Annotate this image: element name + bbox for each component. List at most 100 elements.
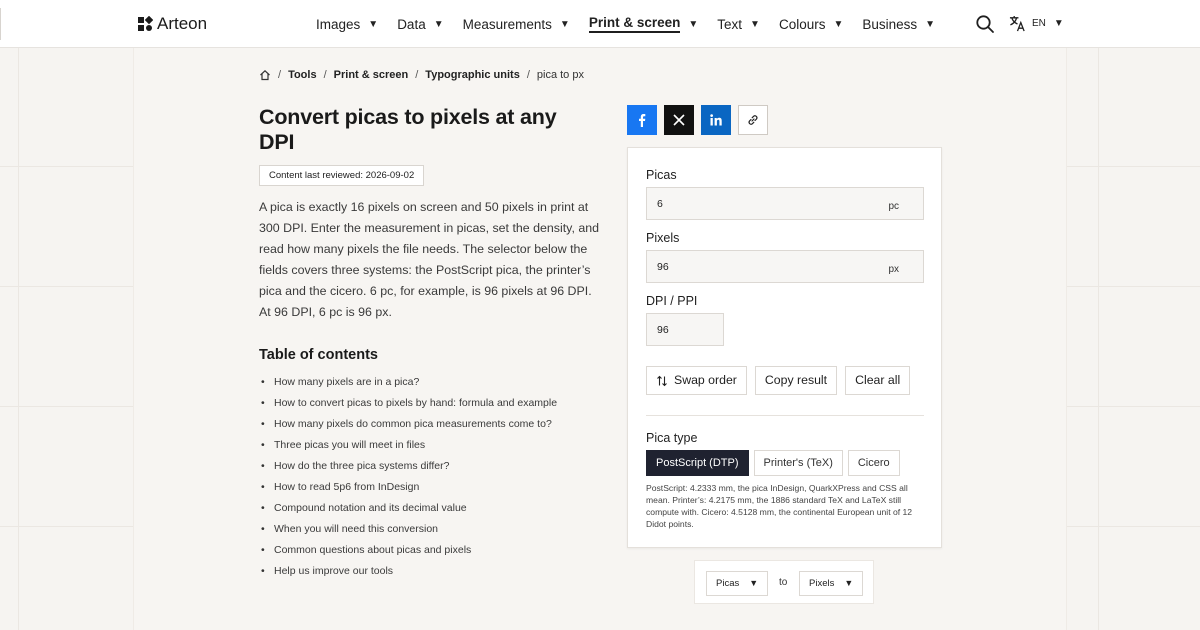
pixels-value: 96 <box>657 261 669 273</box>
toc-item: How many pixels are in a pica? <box>259 374 557 395</box>
to-label: to <box>779 577 788 588</box>
caret-down-icon: ▼ <box>925 18 936 30</box>
converter-actions: Swap order Copy result Clear all <box>646 366 911 395</box>
nav-item-images[interactable]: Images ▼ <box>316 0 378 48</box>
brand-logo[interactable]: Arteon <box>137 14 207 34</box>
toc-item: Common questions about picas and pixels <box>259 542 557 563</box>
toc-link[interactable]: Compound notation and its decimal value <box>274 502 467 514</box>
toc-item: Help us improve our tools <box>259 563 557 584</box>
nav-label: Print & screen <box>588 15 681 33</box>
breadcrumb: / Tools / Print & screen / Typographic u… <box>259 69 584 81</box>
language-selector[interactable]: EN ▼ <box>1009 15 1064 32</box>
search-icon <box>976 15 994 33</box>
toc-item: How to read 5p6 from InDesign <box>259 479 557 500</box>
copy-result-button[interactable]: Copy result <box>754 366 838 395</box>
page-title: Convert picas to pixels at any DPI <box>259 105 557 154</box>
intro-paragraph: A pica is exactly 16 pixels on screen an… <box>259 200 600 319</box>
toc-link[interactable]: How many pixels do common pica measureme… <box>274 418 552 430</box>
breadcrumb-separator: / <box>278 69 282 81</box>
caret-down-icon: ▼ <box>750 18 760 30</box>
translate-icon <box>1009 15 1025 32</box>
pica-type-note: PostScript: 4.2333 mm, the pica InDesign… <box>646 483 913 529</box>
picas-value: 6 <box>657 198 663 210</box>
linkedin-icon <box>710 114 722 126</box>
pica-type-postscript[interactable]: PostScript (DTP) <box>646 450 749 476</box>
nav-item-print-screen[interactable]: Print & screen ▼ <box>588 0 699 48</box>
swap-vertical-icon <box>657 375 667 386</box>
link-icon <box>748 115 758 125</box>
toc-link[interactable]: How to read 5p6 from InDesign <box>274 481 419 493</box>
nav-label: Data <box>397 16 426 32</box>
nav-item-text[interactable]: Text ▼ <box>717 0 760 48</box>
pixels-input[interactable]: 96 px <box>646 250 924 283</box>
breadcrumb-separator: / <box>323 69 327 81</box>
caret-down-icon: ▼ <box>833 18 844 30</box>
toc-link[interactable]: Common questions about picas and pixels <box>274 544 471 556</box>
breadcrumb-link-tools[interactable]: Tools <box>288 69 317 81</box>
nav-item-business[interactable]: Business ▼ <box>862 0 935 48</box>
pica-type-printers[interactable]: Printer's (TeX) <box>753 450 843 476</box>
toc-link[interactable]: How to convert picas to pixels by hand: … <box>274 397 557 409</box>
to-unit-select[interactable]: Pixels ▼ <box>799 571 864 596</box>
pixels-unit: px <box>888 264 899 275</box>
picas-input[interactable]: 6 pc <box>646 187 924 220</box>
section-divider <box>646 415 924 416</box>
clear-all-button[interactable]: Clear all <box>845 366 911 395</box>
dpi-label: DPI / PPI <box>646 294 698 308</box>
toc-title: Table of contents <box>259 347 378 363</box>
dpi-input[interactable]: 96 <box>646 313 724 346</box>
from-unit-select[interactable]: Picas ▼ <box>706 571 769 596</box>
pica-type-selector: PostScript (DTP) Printer's (TeX) Cicero <box>646 450 900 476</box>
toc-link[interactable]: How many pixels are in a pica? <box>274 376 419 388</box>
toc-link[interactable]: How do the three pica systems differ? <box>274 460 449 472</box>
caret-down-icon: ▼ <box>1053 18 1064 29</box>
brand-name: Arteon <box>157 14 208 33</box>
copy-link-button[interactable] <box>738 105 768 135</box>
nav-item-data[interactable]: Data ▼ <box>397 0 443 48</box>
toc-link[interactable]: Help us improve our tools <box>274 565 393 577</box>
converter-panel: Picas 6 pc Pixels 96 px DPI / PPI 96 Swa… <box>627 147 942 548</box>
nav-item-measurements[interactable]: Measurements ▼ <box>463 0 570 48</box>
nav-label: Colours <box>778 16 826 32</box>
search-button[interactable] <box>975 14 995 34</box>
share-linkedin-button[interactable] <box>701 105 731 135</box>
main-content: / Tools / Print & screen / Typographic u… <box>134 48 1066 630</box>
breadcrumb-link-print-screen[interactable]: Print & screen <box>334 69 409 81</box>
unit-switch: Picas ▼ to Pixels ▼ <box>694 560 874 604</box>
toc-item: When you will need this conversion <box>259 521 557 542</box>
breadcrumb-separator: / <box>415 69 419 81</box>
reviewed-badge: Content last reviewed: 2026-09-02 <box>259 165 425 186</box>
toc-item: How many pixels do common pica measureme… <box>259 416 557 437</box>
swap-order-button[interactable]: Swap order <box>646 366 747 395</box>
toc-item: Compound notation and its decimal value <box>259 500 557 521</box>
share-facebook-button[interactable] <box>627 105 657 135</box>
breadcrumb-separator: / <box>526 69 530 81</box>
facebook-icon <box>639 114 646 127</box>
to-unit-value: Pixels <box>809 578 835 589</box>
home-icon[interactable] <box>259 69 271 81</box>
top-navigation-bar: Arteon Images ▼ Data ▼ Measurements ▼ Print… <box>0 0 1200 48</box>
picas-unit: pc <box>888 201 899 212</box>
nav-item-colours[interactable]: Colours ▼ <box>779 0 843 48</box>
clear-all-label: Clear all <box>855 373 901 387</box>
swap-order-label: Swap order <box>674 373 737 387</box>
share-x-button[interactable] <box>664 105 694 135</box>
from-unit-value: Picas <box>716 578 740 589</box>
toc-item: Three picas you will meet in files <box>259 437 557 458</box>
share-bar <box>627 105 768 135</box>
nav-label: Images <box>316 16 361 32</box>
copy-result-label: Copy result <box>764 373 828 387</box>
table-of-contents: How many pixels are in a pica? How to co… <box>259 374 557 584</box>
toc-link[interactable]: Three picas you will meet in files <box>274 439 425 451</box>
language-code: EN <box>1032 18 1046 29</box>
caret-down-icon: ▼ <box>368 18 379 30</box>
pica-type-cicero[interactable]: Cicero <box>847 450 900 476</box>
nav-label: Business <box>862 16 918 32</box>
toc-item: How to convert picas to pixels by hand: … <box>259 395 557 416</box>
pica-type-label: Pica type <box>646 431 698 445</box>
nav-label: Text <box>717 16 743 32</box>
caret-down-icon: ▼ <box>688 18 699 30</box>
breadcrumb-link-typographic-units[interactable]: Typographic units <box>425 69 520 81</box>
caret-down-icon: ▼ <box>559 18 570 30</box>
toc-link[interactable]: When you will need this conversion <box>274 523 438 535</box>
